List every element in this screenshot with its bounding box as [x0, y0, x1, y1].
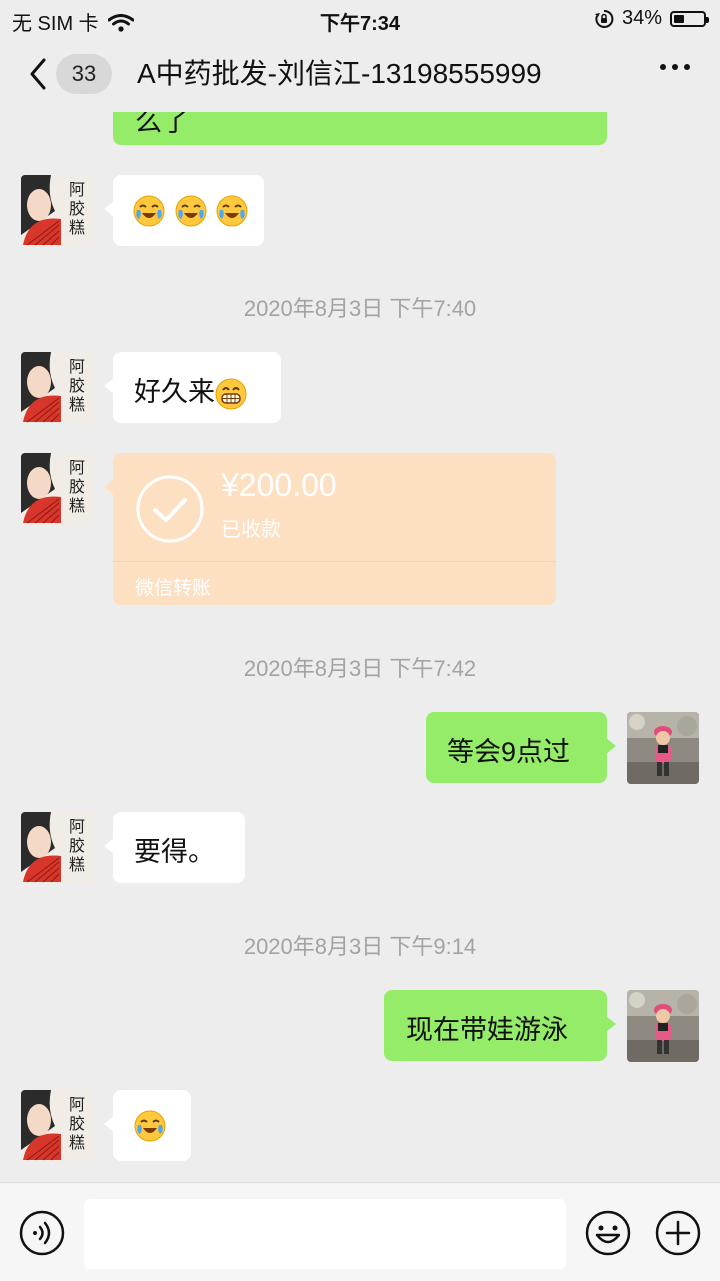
text-message-bubble[interactable]: 现在带娃游泳 — [384, 990, 616, 1061]
check-circle-icon — [136, 475, 204, 543]
avatar-calligraphy-char: 胶 — [69, 376, 85, 395]
partial-message-text: 么了 — [135, 112, 189, 137]
timestamp: 2020年8月3日 下午7:42 — [243, 656, 477, 681]
battery-percent: 34% — [621, 7, 662, 29]
avatar-calligraphy-char: 糕 — [69, 218, 85, 237]
text-message-bubble[interactable]: 好久来 — [104, 352, 281, 423]
input-bar — [0, 1182, 720, 1281]
rotation-lock-icon — [594, 9, 614, 28]
contact-avatar[interactable]: 阿胶糕 — [21, 812, 93, 884]
more-options-icon[interactable] — [660, 64, 690, 70]
contact-avatar[interactable]: 阿胶糕 — [21, 453, 93, 525]
my-avatar[interactable] — [627, 712, 699, 784]
battery-level — [674, 14, 684, 23]
emoji-message-bubble[interactable] — [104, 1090, 191, 1161]
emoji-message-bubble[interactable] — [104, 175, 264, 246]
voice-icon[interactable] — [18, 1209, 66, 1257]
avatar-calligraphy-char: 胶 — [69, 477, 85, 496]
contact-avatar[interactable]: 阿胶糕 — [21, 352, 93, 424]
avatar-calligraphy-char: 阿 — [69, 1095, 85, 1114]
transfer-label: 微信转账 — [135, 578, 212, 599]
text-message-bubble[interactable]: 要得。 — [104, 812, 245, 883]
laughing-crying-emoji — [134, 1110, 166, 1142]
avatar-calligraphy-char: 糕 — [69, 496, 85, 515]
avatar-calligraphy-char: 糕 — [69, 395, 85, 414]
avatar-calligraphy-char: 阿 — [69, 458, 85, 477]
transfer-amount: ¥200.00 — [221, 467, 337, 503]
message-text: 要得。 — [134, 837, 215, 867]
transfer-card[interactable]: ¥200.00 已收款 微信转账 — [104, 453, 556, 605]
laughing-crying-emoji — [175, 195, 207, 227]
contact-avatar[interactable]: 阿胶糕 — [21, 1090, 93, 1162]
avatar-calligraphy-char: 阿 — [69, 180, 85, 199]
transfer-status: 已收款 — [221, 519, 281, 541]
partial-message-bubble[interactable]: 么了 — [113, 112, 607, 145]
text-message-bubble[interactable]: 等会9点过 — [426, 712, 616, 783]
laughing-crying-emoji — [216, 195, 248, 227]
message-text: 好久来 — [134, 377, 215, 407]
chat-title: A中药批发-刘信江-13198555999 — [137, 58, 542, 89]
plus-icon[interactable] — [654, 1209, 702, 1257]
grin-emoji — [215, 378, 247, 410]
avatar-calligraphy-char: 胶 — [69, 1114, 85, 1133]
unread-count-badge[interactable]: 33 — [56, 54, 112, 94]
timestamp: 2020年8月3日 下午9:14 — [243, 934, 477, 959]
message-input[interactable] — [84, 1199, 566, 1269]
message-list[interactable]: 么了 阿胶糕 2020年8月3日 下午7:40 阿胶糕 好久来 阿胶糕 ¥200… — [0, 112, 720, 1182]
emoji-icon[interactable] — [584, 1209, 632, 1257]
avatar-calligraphy-char: 阿 — [69, 817, 85, 836]
avatar-calligraphy-char: 糕 — [69, 855, 85, 874]
battery-icon — [670, 10, 709, 27]
contact-avatar[interactable]: 阿胶糕 — [21, 175, 93, 247]
chat-header: 33 A中药批发-刘信江-13198555999 — [0, 36, 720, 112]
message-text: 现在带娃游泳 — [406, 1015, 568, 1045]
avatar-calligraphy-char: 阿 — [69, 357, 85, 376]
avatar-calligraphy-char: 糕 — [69, 1133, 85, 1152]
avatar-calligraphy-char: 胶 — [69, 199, 85, 218]
divider — [113, 561, 556, 562]
status-bar: 无 SIM 卡 下午7:34 34% — [0, 0, 720, 36]
status-right: 34% — [594, 7, 709, 30]
message-text: 等会9点过 — [447, 737, 571, 767]
my-avatar[interactable] — [627, 990, 699, 1062]
timestamp: 2020年8月3日 下午7:40 — [243, 296, 477, 321]
laughing-crying-emoji — [133, 195, 165, 227]
avatar-calligraphy-char: 胶 — [69, 836, 85, 855]
